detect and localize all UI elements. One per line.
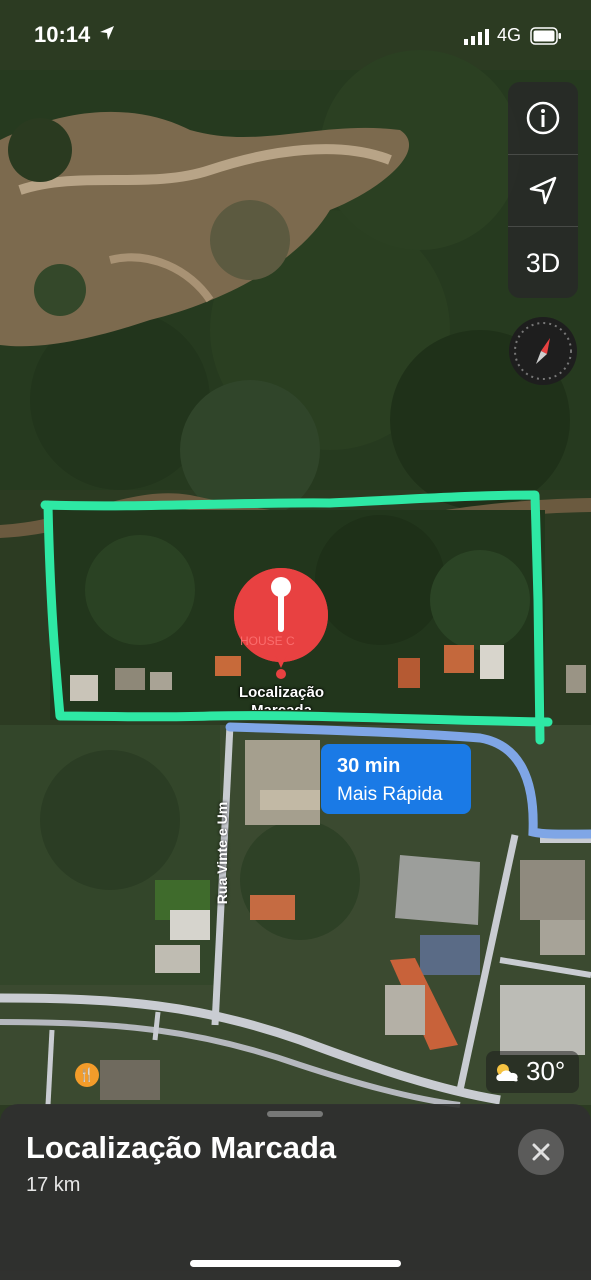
status-bar: 10:14 4G	[0, 0, 591, 72]
sheet-grabber[interactable]	[267, 1111, 323, 1117]
info-button[interactable]	[508, 82, 578, 154]
place-distance: 17 km	[26, 1174, 81, 1196]
network-type: 4G	[497, 25, 522, 45]
poi-text: HOUSE C	[240, 634, 295, 648]
route-callout[interactable]: 30 min Mais Rápida	[321, 744, 471, 814]
track-location-button[interactable]	[508, 154, 578, 227]
info-icon	[526, 101, 560, 135]
compass-icon	[509, 317, 577, 385]
map-controls: 3D	[508, 82, 578, 298]
cellular-signal-icon	[464, 29, 489, 45]
location-arrow-icon	[529, 176, 557, 205]
street-label: Rua Vinte e Um	[214, 801, 230, 905]
view-3d-button[interactable]: 3D	[508, 226, 578, 299]
status-time: 10:14	[34, 22, 91, 47]
weather-temperature: 30°	[526, 1056, 566, 1086]
restaurant-icon[interactable]: 🍴	[75, 1063, 99, 1087]
place-title: Localização Marcada	[26, 1130, 337, 1165]
route-time: 30 min	[337, 755, 401, 777]
compass-button[interactable]	[508, 316, 578, 386]
close-button[interactable]	[518, 1129, 564, 1175]
location-services-icon	[100, 26, 114, 40]
battery-icon	[530, 27, 561, 45]
route-description: Mais Rápida	[337, 784, 443, 805]
home-indicator[interactable]	[190, 1260, 401, 1267]
bottom-sheet[interactable]: Localização Marcada 17 km	[0, 1104, 591, 1280]
close-icon	[532, 1143, 550, 1161]
marker-label[interactable]: Localização Marcada	[215, 684, 348, 710]
partly-cloudy-icon	[496, 1064, 518, 1082]
weather-widget: 30°	[486, 1051, 579, 1093]
